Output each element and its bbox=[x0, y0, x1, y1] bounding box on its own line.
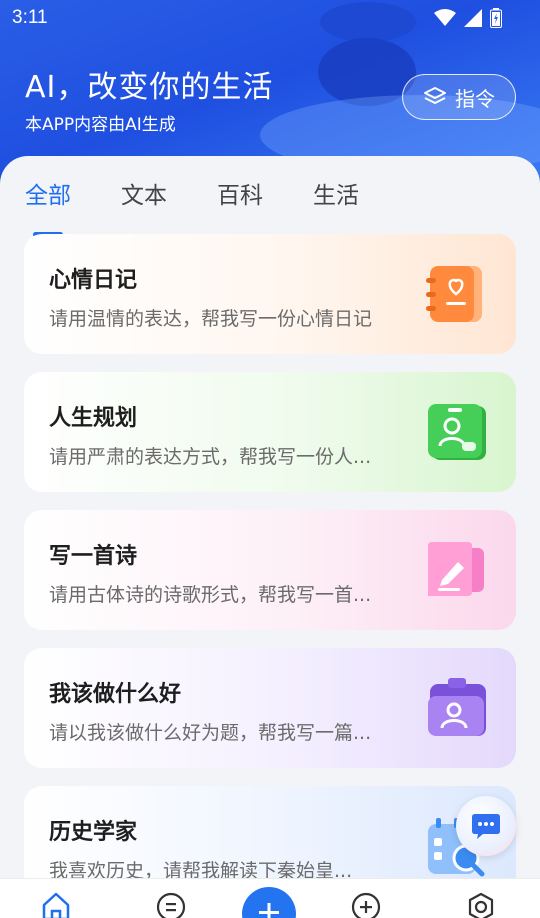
wifi-icon bbox=[434, 9, 456, 26]
clipboard-user-icon bbox=[428, 678, 486, 736]
tab-life[interactable]: 生活 bbox=[313, 176, 359, 210]
prompt-card-write-poem[interactable]: 写一首诗 请用古体诗的诗歌形式，帮我写一首... bbox=[24, 510, 516, 630]
card-desc: 请以我该做什么好为题，帮我写一篇... bbox=[49, 722, 372, 744]
status-bar: 3:11 bbox=[0, 0, 540, 36]
page-title: AI，改变你的生活 bbox=[25, 70, 274, 105]
tab-encyclopedia[interactable]: 百科 bbox=[217, 176, 263, 210]
status-time: 3:11 bbox=[12, 7, 48, 28]
content-panel: 全部 文本 百科 生活 心情日记 请用温情的表达，帮我写一份心情日记 人生规划 … bbox=[0, 156, 540, 878]
pen-note-icon bbox=[428, 542, 484, 596]
home-icon[interactable] bbox=[41, 891, 71, 918]
card-desc: 请用古体诗的诗歌形式，帮我写一首... bbox=[49, 584, 372, 606]
prompt-card-life-plan[interactable]: 人生规划 请用严肃的表达方式，帮我写一份人... bbox=[24, 372, 516, 492]
card-desc: 请用严肃的表达方式，帮我写一份人... bbox=[49, 446, 372, 468]
prompt-card-mood-diary[interactable]: 心情日记 请用温情的表达，帮我写一份心情日记 bbox=[24, 234, 516, 354]
card-desc: 我喜欢历史，请帮我解读下秦始皇... bbox=[49, 860, 353, 878]
battery-icon bbox=[490, 8, 502, 28]
tab-all[interactable]: 全部 bbox=[25, 176, 71, 210]
command-button[interactable]: 指令 bbox=[402, 74, 516, 120]
create-button[interactable] bbox=[242, 887, 296, 918]
card-desc: 请用温情的表达，帮我写一份心情日记 bbox=[49, 308, 373, 330]
diary-icon bbox=[426, 266, 482, 322]
chat-fab-button[interactable] bbox=[456, 796, 516, 856]
profile-card-icon bbox=[428, 404, 486, 460]
chat-lines-icon[interactable] bbox=[156, 891, 186, 918]
chat-bubble-icon bbox=[472, 814, 500, 839]
prompt-card-historian[interactable]: 历史学家 我喜欢历史，请帮我解读下秦始皇... bbox=[24, 786, 516, 878]
plus-circle-icon[interactable] bbox=[351, 891, 381, 918]
bottom-nav bbox=[0, 878, 540, 918]
page-subtitle: 本APP内容由AI生成 bbox=[25, 115, 176, 135]
card-title: 我该做什么好 bbox=[49, 682, 182, 707]
command-button-label: 指令 bbox=[455, 86, 495, 111]
card-title: 心情日记 bbox=[49, 268, 138, 293]
signal-icon bbox=[464, 9, 482, 27]
card-title: 写一首诗 bbox=[49, 544, 138, 569]
category-tabs: 全部 文本 百科 生活 bbox=[0, 176, 540, 237]
plus-icon bbox=[259, 903, 279, 918]
prompt-card-what-to-do[interactable]: 我该做什么好 请以我该做什么好为题，帮我写一篇... bbox=[24, 648, 516, 768]
settings-ring-icon[interactable] bbox=[466, 891, 496, 918]
card-title: 历史学家 bbox=[49, 820, 138, 845]
layers-icon bbox=[424, 87, 446, 104]
card-title: 人生规划 bbox=[49, 406, 138, 431]
tab-text[interactable]: 文本 bbox=[121, 176, 167, 210]
status-icons bbox=[434, 8, 502, 28]
